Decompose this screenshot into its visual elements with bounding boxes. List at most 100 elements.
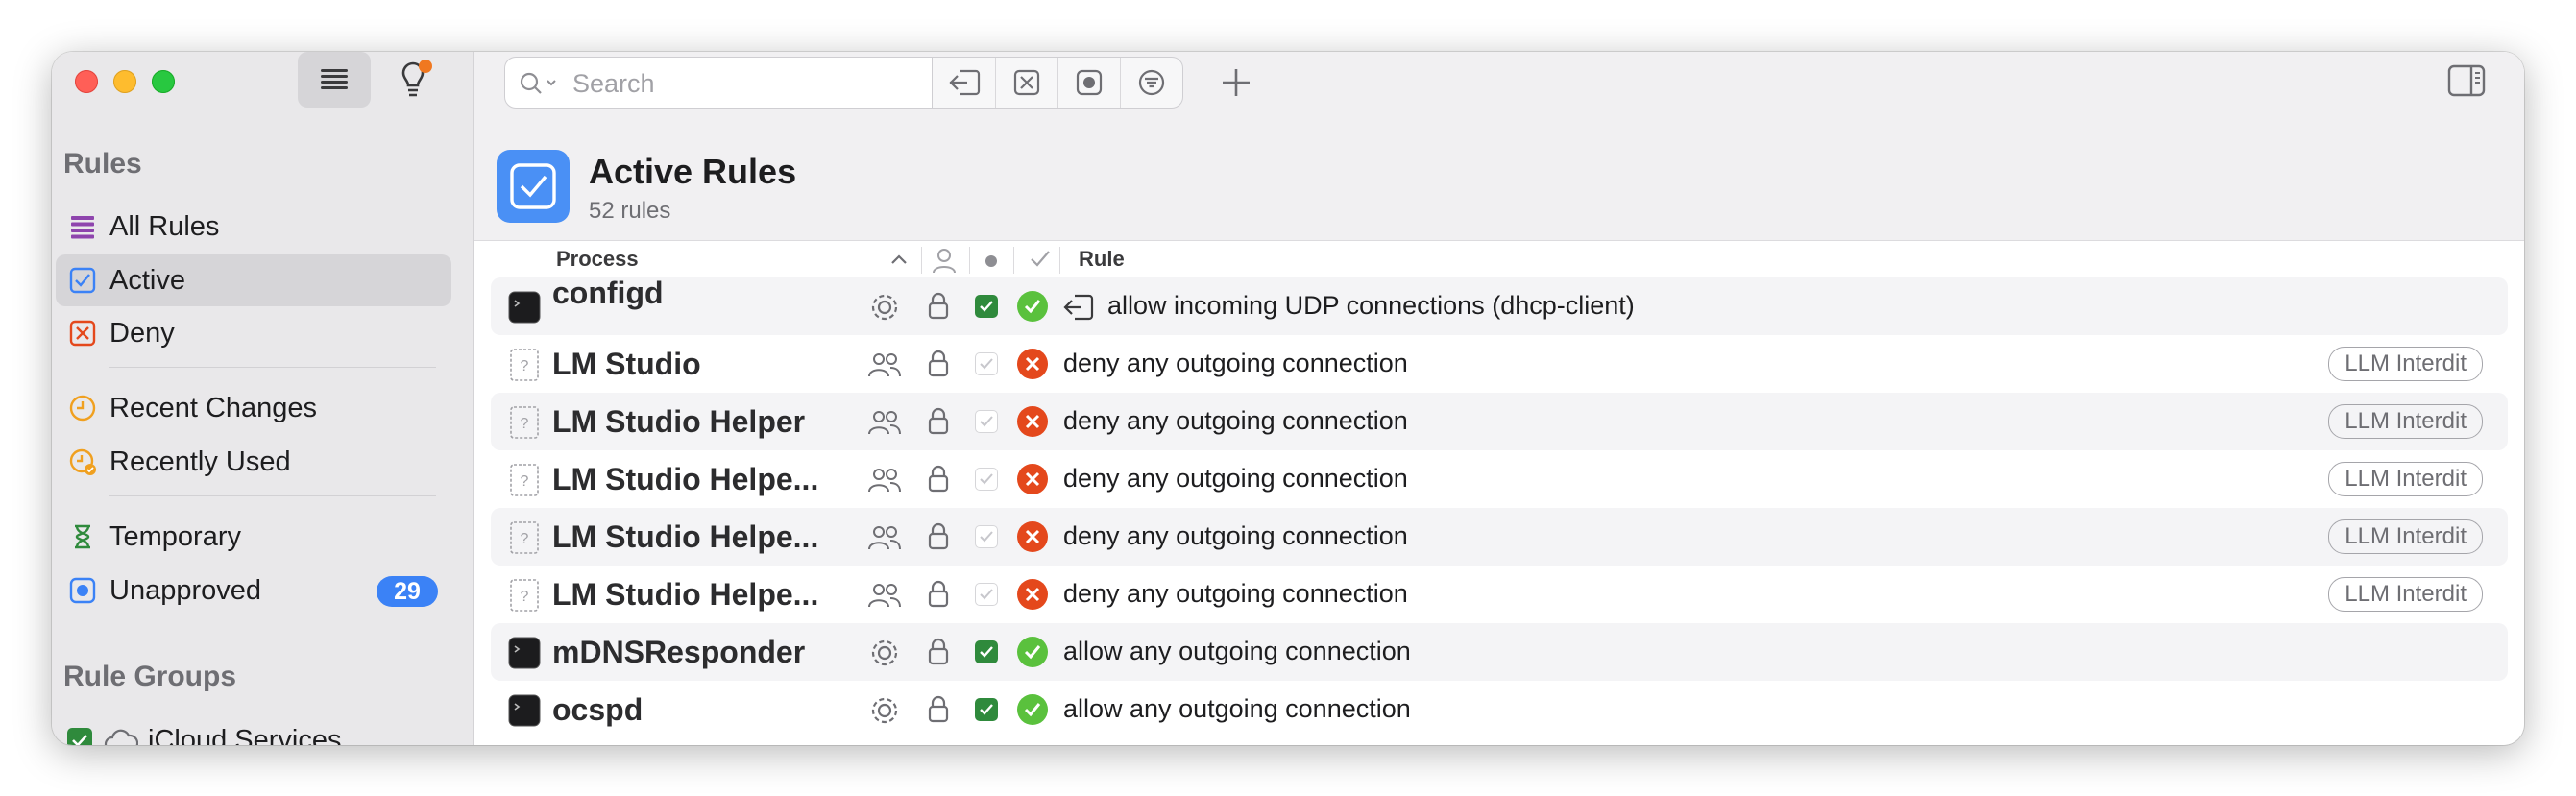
- filter-incoming-button[interactable]: [933, 58, 995, 108]
- checkbox-icon: [69, 267, 96, 294]
- search-field[interactable]: Search: [504, 57, 932, 109]
- section-title-rule-groups: Rule Groups: [63, 661, 237, 692]
- table-row[interactable]: ocspd allow any outgoing connection: [491, 681, 2508, 738]
- lock-icon: [928, 522, 949, 550]
- process-name: LM Studio Helpe...: [552, 519, 819, 554]
- filter-unapproved-button[interactable]: [1057, 58, 1120, 108]
- users-icon: [868, 353, 901, 377]
- sidebar-toggle-button[interactable]: [298, 52, 371, 108]
- rule-enabled-checkbox[interactable]: [975, 468, 998, 491]
- page-title: Active Rules: [589, 152, 797, 191]
- rule-group-tag[interactable]: LLM Interdit: [2328, 462, 2483, 496]
- gear-icon: [871, 697, 898, 724]
- lightbulb-icon[interactable]: [394, 60, 432, 102]
- sidebar-right-icon[interactable]: [2447, 64, 2486, 97]
- rule-enabled-checkbox[interactable]: [975, 295, 998, 318]
- rule-group-tag[interactable]: LLM Interdit: [2328, 577, 2483, 612]
- deny-status-icon: [1017, 349, 1048, 379]
- sidebar-item-deny[interactable]: Deny: [56, 307, 451, 359]
- section-title-rules: Rules: [63, 148, 142, 180]
- rule-enabled-checkbox[interactable]: [975, 583, 998, 606]
- table-row[interactable]: configd allow incoming UDP connections (…: [491, 277, 2508, 335]
- sidebar-item-label: Active: [109, 264, 185, 296]
- zoom-window-button[interactable]: [152, 70, 175, 93]
- table-row[interactable]: ? LM Studio Helpe... deny any outgoing c…: [491, 566, 2508, 623]
- checkmark-icon: [980, 473, 993, 485]
- sidebar-group-icloud-services[interactable]: iCloud Services: [56, 714, 451, 745]
- rule-enabled-checkbox[interactable]: [975, 410, 998, 433]
- sidebar-item-temporary[interactable]: Temporary: [56, 511, 451, 563]
- rule-group-tag[interactable]: LLM Interdit: [2328, 404, 2483, 439]
- x-square-icon: [69, 320, 96, 347]
- sidebar-item-recent-changes[interactable]: Recent Changes: [56, 382, 451, 434]
- column-header-rule[interactable]: Rule: [1079, 247, 1125, 272]
- rule-group-tag[interactable]: LLM Interdit: [2328, 347, 2483, 381]
- sidebar-divider: [109, 367, 436, 368]
- rules-table: configd allow incoming UDP connections (…: [491, 277, 2508, 745]
- process-name: LM Studio Helper: [552, 404, 806, 439]
- deny-icon: [1013, 69, 1040, 96]
- user-column-icon[interactable]: [932, 247, 957, 274]
- dot-column-icon[interactable]: [984, 254, 998, 268]
- incoming-icon: [948, 69, 980, 96]
- rule-enabled-checkbox[interactable]: [975, 352, 998, 375]
- sidebar-item-label: All Rules: [109, 210, 220, 242]
- lock-icon: [928, 292, 949, 320]
- rule-enabled-checkbox[interactable]: [975, 640, 998, 663]
- active-rules-icon: [497, 150, 570, 223]
- unknown-app-icon: ?: [510, 579, 539, 612]
- rule-description: deny any outgoing connection: [1063, 521, 1408, 550]
- sidebar-item-label: Deny: [109, 317, 175, 349]
- process-name: LM Studio: [552, 347, 701, 381]
- sidebar: Rules All Rules Active Deny Recent Chang…: [52, 52, 474, 745]
- table-row[interactable]: ? LM Studio Helpe... deny any outgoing c…: [491, 450, 2508, 508]
- terminal-app-icon: [508, 694, 541, 727]
- terminal-app-icon: [508, 637, 541, 669]
- users-icon: [868, 526, 901, 550]
- lock-icon: [928, 695, 949, 723]
- search-icon: [520, 72, 556, 94]
- sidebar-item-active[interactable]: Active: [56, 254, 451, 306]
- unapproved-count-badge: 29: [377, 576, 438, 607]
- column-header-process[interactable]: Process: [556, 247, 639, 272]
- clock-icon: [69, 395, 96, 422]
- table-row[interactable]: ? LM Studio deny any outgoing connection…: [491, 335, 2508, 393]
- terminal-app-icon: [508, 291, 541, 324]
- x-icon: [1025, 529, 1040, 544]
- rule-group-tag[interactable]: LLM Interdit: [2328, 519, 2483, 554]
- plus-icon[interactable]: [1219, 65, 1253, 100]
- close-window-button[interactable]: [75, 70, 98, 93]
- lock-icon: [928, 407, 949, 435]
- hourglass-icon: [75, 524, 90, 549]
- check-column-icon[interactable]: [1029, 249, 1052, 270]
- process-name: ocspd: [552, 692, 644, 727]
- gear-icon: [871, 639, 898, 666]
- sidebar-item-label: Unapproved: [109, 574, 261, 606]
- sort-ascending-icon[interactable]: [890, 253, 908, 266]
- minimize-window-button[interactable]: [113, 70, 136, 93]
- rule-enabled-checkbox[interactable]: [975, 525, 998, 548]
- unknown-app-icon: ?: [510, 521, 539, 554]
- deny-status-icon: [1017, 464, 1048, 494]
- sidebar-item-all-rules[interactable]: All Rules: [56, 201, 451, 253]
- list-icon: [71, 216, 94, 239]
- x-icon: [1025, 414, 1040, 429]
- incoming-icon: [1063, 294, 1094, 321]
- process-name: mDNSResponder: [552, 635, 806, 669]
- table-row[interactable]: mDNSResponder allow any outgoing connect…: [491, 623, 2508, 681]
- x-icon: [1025, 356, 1040, 372]
- app-window: Rules All Rules Active Deny Recent Chang…: [52, 52, 2524, 745]
- table-row[interactable]: ? LM Studio Helper deny any outgoing con…: [491, 393, 2508, 450]
- filter-options-button[interactable]: [1120, 58, 1182, 108]
- rule-enabled-checkbox[interactable]: [975, 698, 998, 721]
- filter-deny-button[interactable]: [995, 58, 1057, 108]
- checkmark-icon: [980, 301, 993, 312]
- sidebar-item-unapproved[interactable]: Unapproved 29: [56, 565, 451, 616]
- table-row[interactable]: ? LM Studio Helpe... deny any outgoing c…: [491, 508, 2508, 566]
- group-checkbox[interactable]: [67, 728, 92, 745]
- table-header: Process Rule: [474, 241, 2524, 277]
- checkmark-icon: [980, 704, 993, 715]
- sidebar-item-recently-used[interactable]: Recently Used: [56, 436, 451, 488]
- deny-status-icon: [1017, 579, 1048, 610]
- rule-count: 52 rules: [589, 198, 671, 224]
